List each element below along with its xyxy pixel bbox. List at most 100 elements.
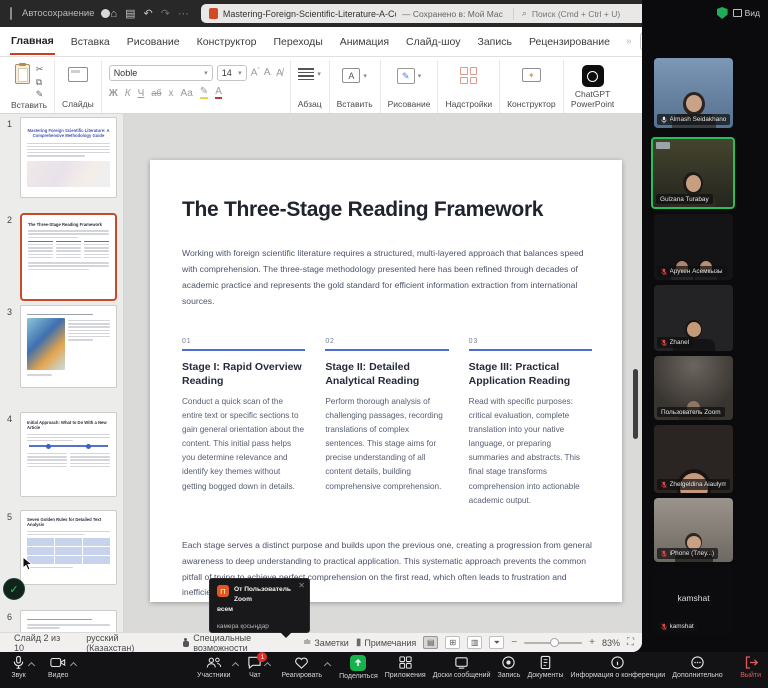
slide-thumbnail-1[interactable]: Mastering Foreign Scientific Literature:… [20,117,117,198]
tab-home[interactable]: Главная [10,28,55,55]
addins-group[interactable]: Надстройки [438,60,500,113]
chevron-up-icon[interactable] [264,662,271,669]
docs-button[interactable]: Документы [526,655,564,679]
participants-button[interactable]: Участники [196,655,231,679]
insert-group[interactable]: А ▾ Вставить [330,60,381,113]
chat-notification[interactable]: ✕ П От Пользователь Zoom всем камера қос… [209,578,310,633]
redo-icon[interactable]: ↷ [161,7,170,20]
share-screen-button[interactable]: Поделиться [338,655,379,680]
notes-button[interactable]: ≐ Заметки [303,637,349,648]
slide-title[interactable]: The Three-Stage Reading Framework [182,198,592,222]
language-button[interactable]: русский (Казахстан) [86,633,165,653]
home-icon[interactable]: ⌂ [110,8,117,20]
video-button[interactable]: Видео [47,655,69,679]
more-button[interactable]: Дополнительно [671,655,723,679]
annotation-badge-icon[interactable]: ✓ [3,578,25,600]
participant-tile[interactable]: Арукен Асемкызы [654,214,733,280]
saved-status[interactable]: — Сохранено в: Мой Mac [402,9,503,19]
stage-column-2[interactable]: 02 Stage II: Detailed Analytical Reading… [325,338,448,508]
shrink-font-icon[interactable]: Аˇ [264,67,272,80]
current-slide[interactable]: The Three-Stage Reading Framework Workin… [150,160,622,602]
react-button[interactable]: Реагировать [280,655,323,679]
normal-view-button[interactable]: ▤ [423,636,438,649]
tab-design[interactable]: Конструктор [196,29,258,54]
subscript-button[interactable]: х [168,88,173,99]
paste-group[interactable]: ✂ ⧉ ✎ Вставить [4,60,55,113]
participant-tile-active-speaker[interactable]: Gulzana Turabay [651,137,735,209]
strikethrough-button[interactable]: аб [151,88,161,98]
stage-column-3[interactable]: 03 Stage III: Practical Application Read… [469,338,592,508]
font-size-select[interactable]: 14▾ [217,65,247,81]
record-button[interactable]: Запись [496,655,521,679]
chevron-up-icon[interactable] [232,662,239,669]
slide-thumbnail-4[interactable]: Initial Approach: What to Do With a New … [20,412,117,497]
tab-animations[interactable]: Анимация [339,29,390,54]
leave-button[interactable]: Выйти [739,655,762,679]
document-filename[interactable]: Mastering-Foreign-Scientific-Literature-… [223,9,396,19]
apps-button[interactable]: Приложения [384,655,427,679]
grow-font-icon[interactable]: А^ [251,67,260,78]
tab-transitions[interactable]: Переходы [273,29,324,54]
cut-icon[interactable]: ✂ [36,64,44,76]
comments-toggle[interactable]: ▮ Примечания [356,637,416,648]
slide-thumbnail-3[interactable] [20,305,117,388]
more-icon[interactable]: ⋯ [178,7,189,20]
clear-format-icon[interactable]: А̸ [276,68,283,79]
bold-button[interactable]: Ж [109,88,118,99]
app-icon[interactable] [10,7,12,20]
chatgpt-group[interactable]: ChatGPT PowerPoint [564,60,622,113]
chevron-up-icon[interactable] [70,662,77,669]
copy-icon[interactable]: ⧉ [36,77,44,89]
zoom-in-button[interactable]: + [589,637,595,648]
zoom-slider[interactable] [524,642,582,644]
underline-button[interactable]: Ч [138,88,145,99]
participant-tile[interactable]: Пользователь Zoom [654,356,733,420]
stage-column-1[interactable]: 01 Stage I: Rapid Overview Reading Condu… [182,338,305,508]
slide-sorter-view-button[interactable]: ⊞ [445,636,460,649]
tab-insert[interactable]: Вставка [70,29,111,54]
tab-record[interactable]: Запись [476,29,512,54]
participant-tile[interactable]: Zhanel [654,285,733,351]
whiteboards-button[interactable]: Доски сообщений [432,655,492,679]
participant-tile[interactable]: Zhelgeldina Aiaulym [654,425,733,493]
more-tabs-icon[interactable]: » [626,36,632,47]
zoom-out-button[interactable]: − [511,637,517,648]
zoom-slider-knob[interactable] [550,638,559,647]
slide-intro[interactable]: Working with foreign scientific literatu… [182,246,590,310]
slideshow-view-button[interactable]: ⏷ [489,636,504,649]
undo-icon[interactable]: ↶ [143,7,152,20]
font-name-select[interactable]: Noble▾ [109,65,213,81]
zoom-level[interactable]: 83% [602,638,620,648]
participant-tile[interactable]: Almash Seidakhanova [654,58,733,128]
audio-button[interactable]: Звук [10,655,27,679]
slides-group[interactable]: Слайды [55,60,102,113]
change-case-button[interactable]: Аа [180,88,192,99]
participant-tile-camera-off[interactable]: kamshat kamshat [654,567,733,635]
meeting-info-button[interactable]: Информация о конференции [570,655,667,679]
slide-thumbnail-2-selected[interactable]: The Three-Stage Reading Framework [20,213,117,301]
view-button[interactable]: Вид [733,8,760,18]
tab-review[interactable]: Рецензирование [528,29,611,54]
drawing-group[interactable]: ✎ ▾ Рисование [381,60,439,113]
chevron-up-icon[interactable] [28,662,35,669]
vertical-scrollbar[interactable] [633,369,638,439]
fit-slide-button[interactable]: ⛶ [627,637,634,648]
highlight-color-button[interactable]: ✎ [200,87,208,99]
chevron-up-icon[interactable] [324,662,331,669]
font-color-button[interactable]: А [215,87,222,99]
chat-button[interactable]: 1 Чат [246,655,263,679]
designer-group[interactable]: ✦ Конструктор [500,60,563,113]
save-icon[interactable]: ▤ [125,7,135,20]
tab-slideshow[interactable]: Слайд-шоу [405,29,461,54]
slide-thumbnail-6[interactable] [20,610,117,632]
search-box[interactable]: ⌕ [513,8,642,20]
slide-thumbnail-5[interactable]: Seven Golden Rules for Detailed Text Ana… [20,510,117,585]
search-input[interactable] [530,8,642,20]
close-icon[interactable]: ✕ [298,581,305,590]
participant-tile[interactable]: iPhone (Тлеу...) [654,498,733,562]
tab-draw[interactable]: Рисование [126,29,181,54]
reading-view-button[interactable]: ▥ [467,636,482,649]
security-shield-icon[interactable] [717,7,728,19]
paragraph-group[interactable]: ▾ Абзац [291,60,330,113]
italic-button[interactable]: К [125,88,131,99]
